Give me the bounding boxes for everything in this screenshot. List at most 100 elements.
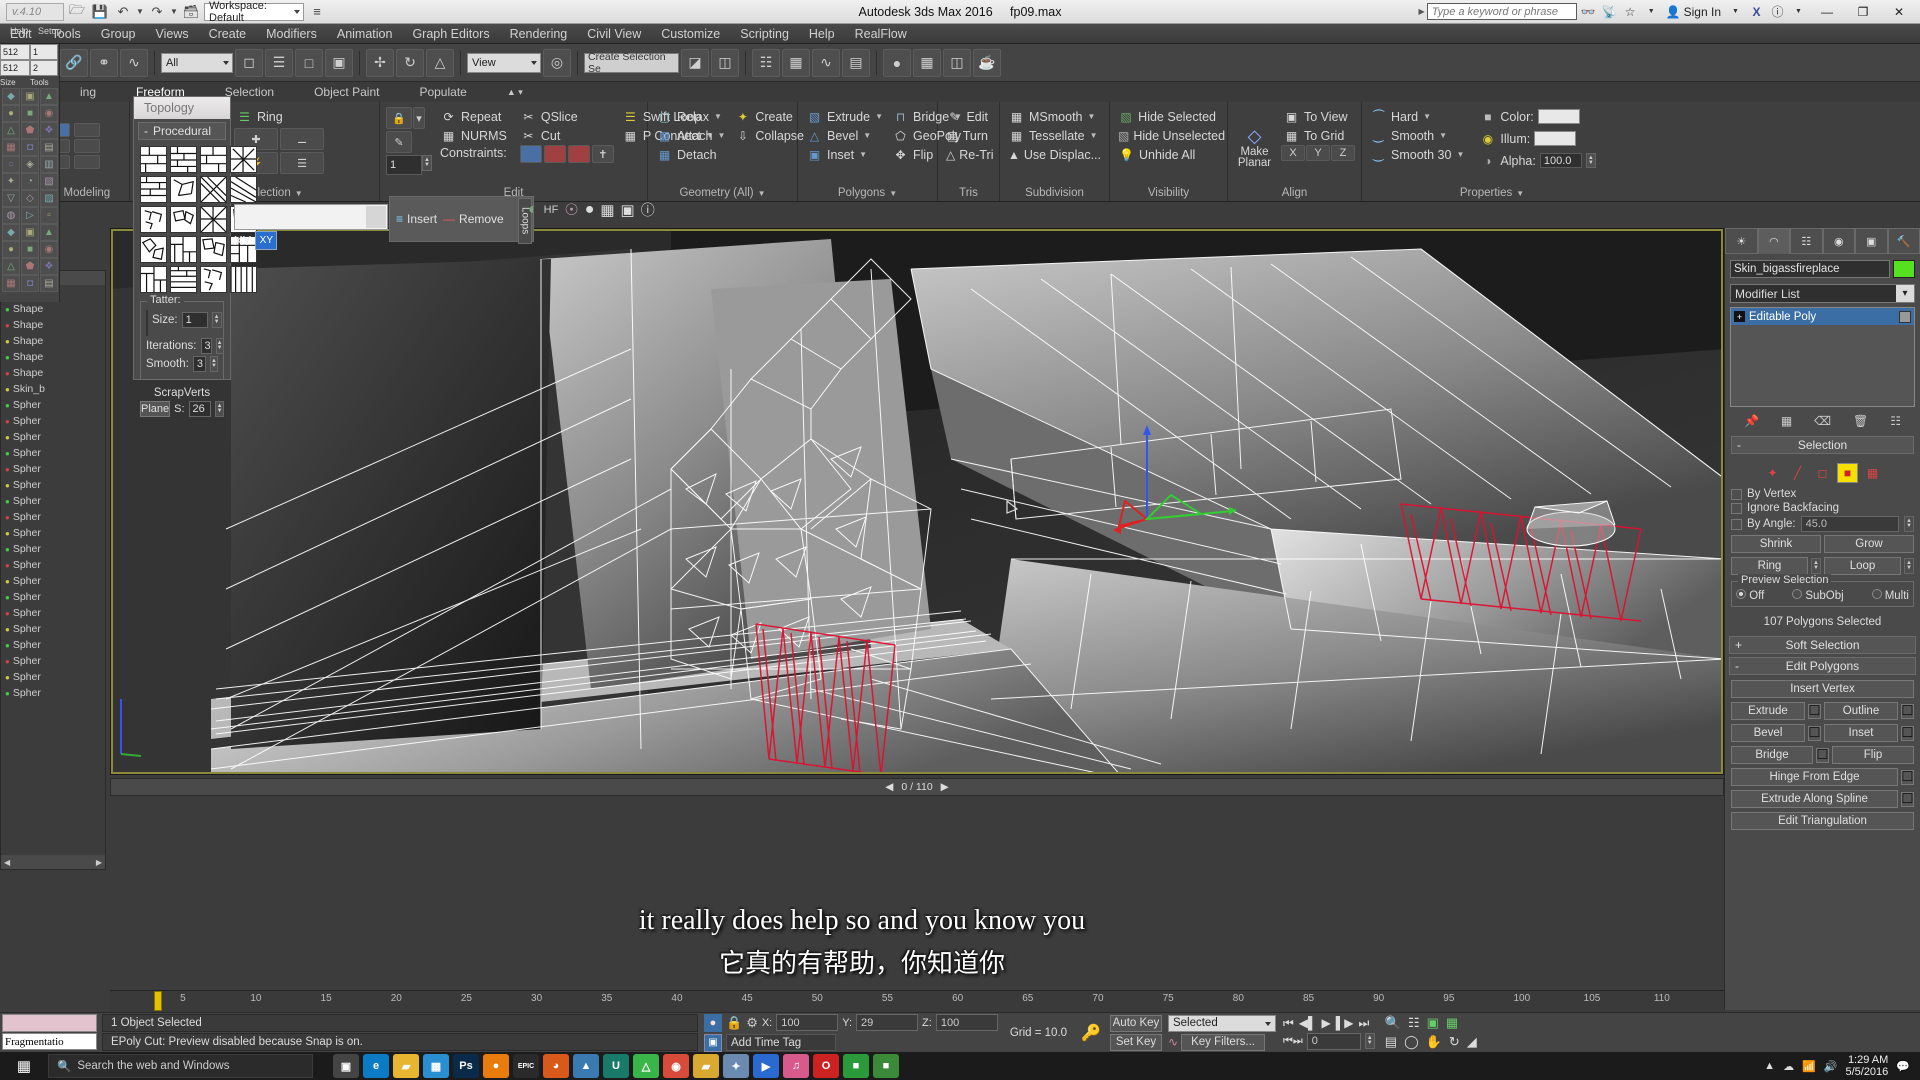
firefox-icon[interactable]: ◕ [543, 1054, 569, 1078]
left-toolbar-button-14-icon[interactable]: ◈ [21, 156, 39, 173]
edit-polygons-rollout-header[interactable]: - Edit Polygons [1729, 657, 1916, 675]
left-toolbar-button-25-icon[interactable]: ◆ [2, 224, 20, 241]
blender-icon[interactable]: ● [483, 1054, 509, 1078]
scrapverts-label[interactable]: ScrapVerts [134, 385, 230, 401]
mini-listener[interactable]: Fragmentatio [0, 1013, 100, 1052]
topology-panel-title[interactable]: Topology [134, 97, 230, 119]
named-selection-set-input[interactable]: Create Selection Se [584, 51, 679, 75]
selection-filter-combo[interactable]: All [161, 52, 233, 73]
extrude-along-spline-button[interactable]: Extrude Along Spline [1731, 790, 1898, 808]
onedrive-icon[interactable]: ☁ [1783, 1060, 1794, 1073]
loops-remove-button[interactable]: — Remove [443, 212, 504, 226]
left-toolbar-button-31-icon[interactable]: △ [2, 258, 20, 275]
curve-editor-icon[interactable]: ∿ [812, 48, 840, 77]
preview-multi-option[interactable]: Multi [1871, 589, 1909, 602]
scene-explorer-item[interactable]: ● Spher [1, 461, 105, 477]
procedural-rollout-header[interactable]: - Procedural [138, 122, 226, 140]
left-toolbar-button-3-icon[interactable]: ▲ [40, 88, 58, 105]
soft-selection-rollout-header[interactable]: + Soft Selection [1729, 636, 1916, 654]
topology-pattern-13-icon[interactable] [140, 236, 167, 263]
ribbon-item-hide-selected[interactable]: ▧ Hide Selected [1116, 107, 1221, 126]
volume-icon[interactable]: 🔊 [1824, 1060, 1838, 1073]
ribbon-tab-object-paint[interactable]: Object Paint [294, 85, 399, 99]
edit-triangulation-button[interactable]: Edit Triangulation [1731, 812, 1914, 830]
snail-icon[interactable]: ☉ [564, 200, 578, 220]
field-of-view-icon[interactable]: ◯ [1404, 1034, 1419, 1050]
ribbon-item-cut[interactable]: ✂ Cut [518, 126, 614, 145]
layer-manager-icon[interactable]: ☷ [752, 48, 780, 77]
scene-explorer-scrollbar[interactable]: ◀ ▶ [1, 855, 105, 869]
loop-spinner-icon[interactable]: ▲ ▼ [1904, 558, 1914, 574]
left-toolbar-button-29-icon[interactable]: ■ [21, 241, 39, 258]
menu-item-customize[interactable]: Customize [651, 27, 730, 41]
time-ruler[interactable]: 5 10 15 20 25 30 35 40 45 50 55 60 65 70 75 80 85 90 95 100… [110, 990, 1724, 1012]
by-vertex-row[interactable]: By Vertex [1725, 487, 1920, 501]
left-toolbar-button-8-icon[interactable]: ⬟ [21, 122, 39, 139]
ribbon-item-relax[interactable]: ▢ Relax ▼ [654, 107, 730, 126]
menu-item-realflow[interactable]: RealFlow [845, 27, 917, 41]
make-planar-button[interactable]: ◇ Make Planar [1234, 107, 1275, 187]
tatter-smooth-value[interactable]: 3 [192, 356, 207, 372]
topology-pattern-17-icon[interactable] [140, 266, 167, 293]
music-icon[interactable]: ♫ [783, 1054, 809, 1078]
ribbon-item-qslice[interactable]: ✂ QSlice [518, 107, 614, 126]
topology-pattern-5-icon[interactable] [140, 176, 167, 203]
ignore-backfacing-row[interactable]: Ignore Backfacing [1725, 501, 1920, 515]
left-toolbar-button-13-icon[interactable]: ○ [2, 156, 20, 173]
taskbar-clock[interactable]: 1:29 AM 5/5/2016 [1845, 1054, 1888, 1078]
ribbon-item-msmooth[interactable]: ▦ MSmooth ▼ [1006, 107, 1103, 126]
bevel-button[interactable]: Bevel [1731, 724, 1805, 742]
opera-icon[interactable]: O [813, 1054, 839, 1078]
size-menu-label[interactable]: Size [0, 76, 30, 88]
hinge-settings-icon[interactable]: □ [1901, 768, 1914, 785]
left-toolbar-button-4-icon[interactable]: ● [2, 105, 20, 122]
key-mode-combo[interactable]: Selected [1167, 1014, 1276, 1032]
menu-item-graph-editors[interactable]: Graph Editors [402, 27, 499, 41]
ribbon-item-nurms[interactable]: ▦ NURMS [438, 126, 512, 145]
menu-item-rendering[interactable]: Rendering [500, 27, 578, 41]
set-key-button[interactable]: Set Key [1109, 1033, 1162, 1051]
insert-vertex-button[interactable]: Insert Vertex [1731, 680, 1914, 698]
ribbon-item-inset[interactable]: ▣ Inset ▼ [804, 145, 888, 164]
selection-rollout-header[interactable]: - Selection [1731, 436, 1914, 454]
tatter-smooth-row[interactable]: Smooth: 3 ▲ ▼ [146, 356, 218, 372]
scene-explorer-item[interactable]: ● Spher [1, 653, 105, 669]
ribbon-item-edit-tri[interactable]: ✎ Edit [944, 107, 993, 126]
ribbon-item-to-grid[interactable]: ▦ To Grid [1281, 126, 1355, 145]
topology-floating-panel[interactable]: Topology - Procedural Tatter: Size: 1 ▲ ▼… [133, 96, 257, 417]
topology-pattern-9-icon[interactable] [140, 206, 167, 233]
ribbon-item-tessellate[interactable]: ▦ Tessellate ▼ [1006, 126, 1103, 145]
left-toolbar-button-20-icon[interactable]: ◇ [21, 190, 39, 207]
constraint-normal-icon[interactable]: ✝ [591, 145, 614, 163]
outline-button[interactable]: Outline [1824, 702, 1898, 720]
app1-icon[interactable]: ■ [843, 1054, 869, 1078]
edge-level-icon[interactable]: ╱ [1787, 463, 1808, 483]
topology-pattern-3-icon[interactable] [200, 146, 227, 173]
left-toolbar-button-21-icon[interactable]: ▨ [40, 190, 58, 207]
xnview-icon[interactable]: ✦ [723, 1054, 749, 1078]
picture-icon[interactable]: ▲ [573, 1054, 599, 1078]
topology-pattern-15-icon[interactable] [200, 236, 227, 263]
object-name-field[interactable]: Skin_bigassfireplace [1730, 260, 1890, 278]
topology-pattern-10-icon[interactable] [170, 206, 197, 233]
z-coord-field[interactable]: 100 [935, 1014, 998, 1031]
left-toolbar-button-1-icon[interactable]: ◆ [2, 88, 20, 105]
ribbon-item-retri[interactable]: △ Re-Tri [944, 145, 994, 164]
constraint-lock-icon[interactable]: 🔒 [386, 107, 412, 129]
illum-swatch[interactable] [1534, 131, 1577, 146]
maxscript-listener-text[interactable]: Fragmentatio [2, 1033, 97, 1050]
border-level-icon[interactable]: ◻ [1812, 463, 1833, 483]
play-icon[interactable]: ▶ [1322, 1016, 1331, 1031]
left-toolbar-button-28-icon[interactable]: ● [2, 241, 20, 258]
edit-repeat-count[interactable]: 1 [386, 155, 422, 175]
ribbon-item-use-displacement[interactable]: ▲ Use Displac... [1006, 145, 1103, 164]
scene-explorer-item[interactable]: ● Spher [1, 509, 105, 525]
topology-pattern-14-icon[interactable] [170, 236, 197, 263]
by-angle-row[interactable]: By Angle: 45.0 ▲ ▼ [1725, 515, 1920, 533]
alpha-value[interactable]: 100.0 [1539, 153, 1582, 168]
left-toolbar-button-11-icon[interactable]: ◘ [21, 139, 39, 156]
show-hidden-icons-icon[interactable]: ▲ [1764, 1060, 1775, 1072]
left-toolbar-button-24-icon[interactable]: ▫ [40, 207, 58, 224]
border-level-icon[interactable] [74, 123, 100, 137]
menu-item-modifiers[interactable]: Modifiers [256, 27, 327, 41]
